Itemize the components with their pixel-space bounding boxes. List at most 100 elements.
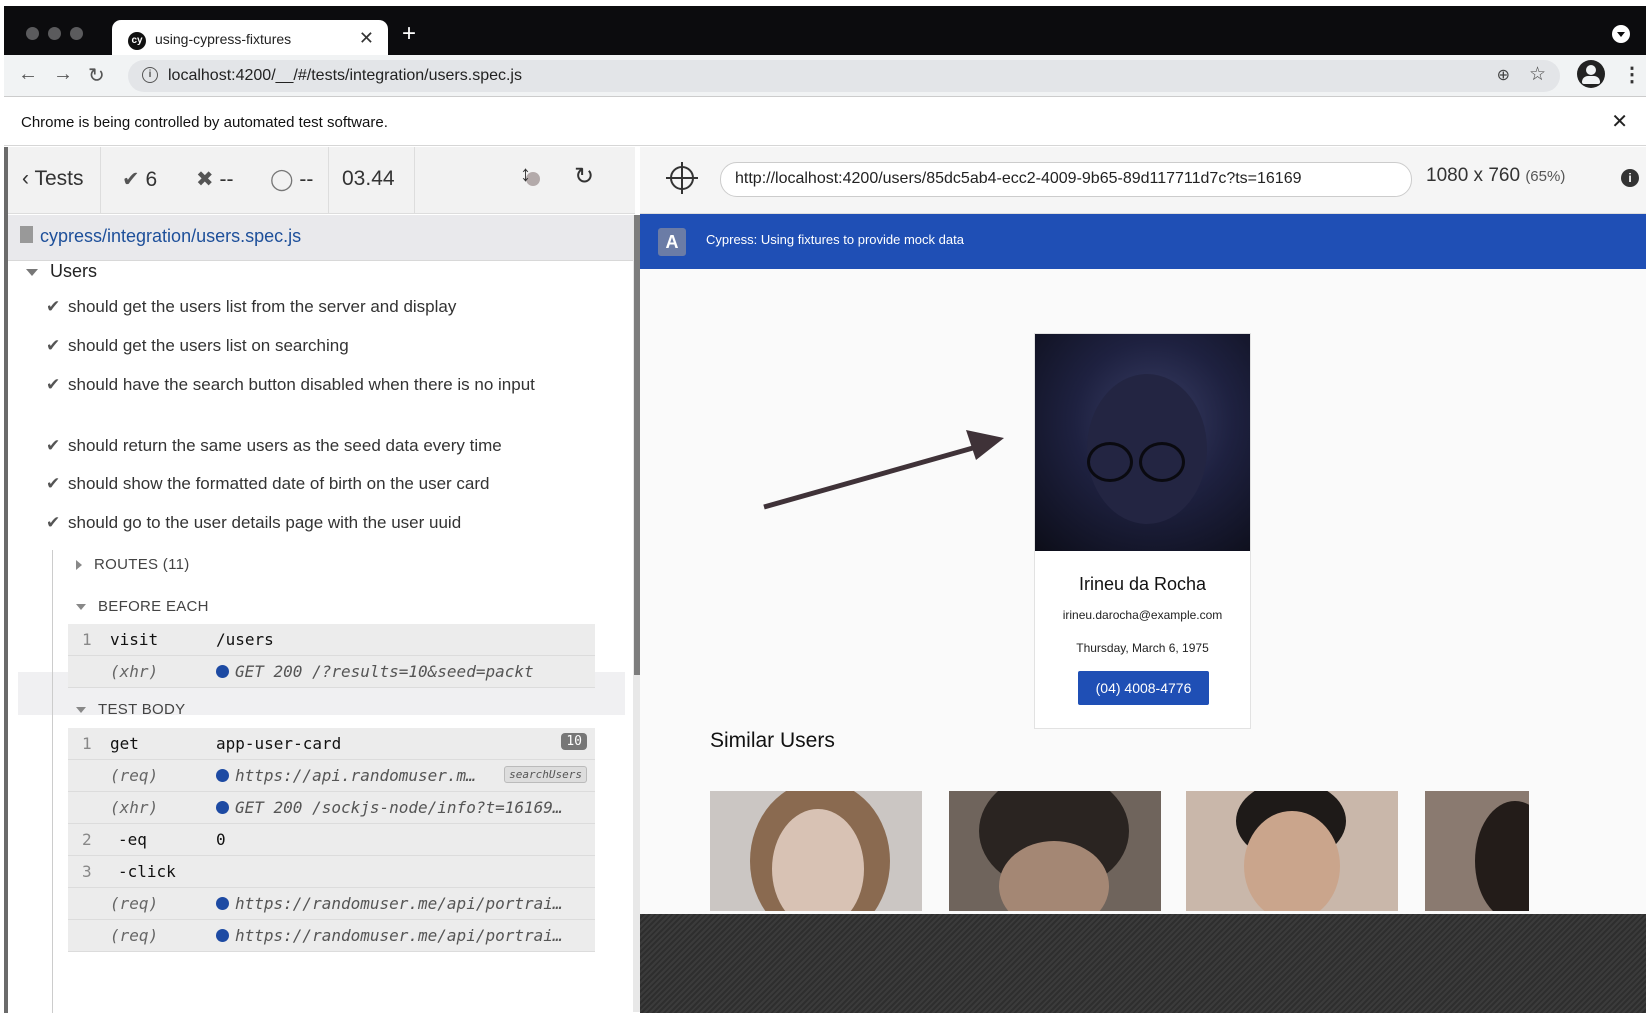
- tab-search-icon[interactable]: [1612, 25, 1630, 43]
- user-photo: [1035, 334, 1250, 551]
- command-row[interactable]: (req) https://randomuser.me/api/portrai…: [68, 920, 595, 952]
- test-label: should have the search button disabled w…: [68, 375, 535, 394]
- fail-icon: ✖: [196, 168, 214, 191]
- test-label: should show the formatted date of birth …: [68, 474, 490, 493]
- spec-path[interactable]: cypress/integration/users.spec.js: [40, 226, 301, 247]
- test-item[interactable]: ✔ should get the users list from the serv…: [46, 295, 566, 319]
- close-infobar-icon[interactable]: ✕: [1611, 109, 1628, 134]
- test-label: should get the users list on searching: [68, 336, 349, 355]
- minimize-window-dot[interactable]: [48, 27, 61, 40]
- command-row[interactable]: 1 get app-user-card 10: [68, 728, 595, 760]
- command-message: https://api.randomuser.m…: [235, 766, 476, 785]
- command-row[interactable]: (xhr) GET 200 /sockjs-node/info?t=16169…: [68, 792, 595, 824]
- test-item[interactable]: ✔ should have the search button disabled …: [46, 373, 546, 397]
- check-icon: ✔: [46, 474, 61, 493]
- similar-user-card[interactable]: [710, 791, 922, 911]
- failed-count[interactable]: ✖ --: [196, 167, 233, 192]
- address-url[interactable]: localhost:4200/__/#/tests/integration/us…: [168, 67, 522, 85]
- command-row[interactable]: 2 -eq 0: [68, 824, 595, 856]
- passed-count[interactable]: ✔ 6: [122, 167, 157, 192]
- test-item[interactable]: ✔ should show the formatted date of birth…: [46, 472, 566, 496]
- tests-back-label: Tests: [34, 167, 84, 190]
- face-shape: [1244, 811, 1340, 911]
- menu-icon[interactable]: ⋮: [1622, 62, 1642, 87]
- runner-url: http://localhost:4200/users/85dc5ab4-ecc…: [735, 170, 1302, 187]
- caret-down-icon: [26, 268, 38, 276]
- maximize-window-dot[interactable]: [70, 27, 83, 40]
- runner-header: http://localhost:4200/users/85dc5ab4-ecc…: [640, 147, 1646, 214]
- caret-down-icon: [76, 604, 86, 611]
- address-bar[interactable]: i localhost:4200/__/#/tests/integration/…: [128, 60, 1560, 92]
- pending-count[interactable]: ◯ --: [270, 167, 313, 192]
- test-label: should return the same users as the seed…: [68, 436, 502, 455]
- test-label: should go to the user details page with …: [68, 513, 462, 532]
- command-name: (req): [110, 894, 159, 913]
- runner-url-bar: http://localhost:4200/users/85dc5ab4-ecc…: [720, 162, 1412, 197]
- routes-toggle[interactable]: ROUTES (11): [76, 556, 190, 573]
- command-message: 0: [216, 830, 226, 849]
- similar-user-card[interactable]: [949, 791, 1161, 911]
- user-email: irineu.darocha@example.com: [1062, 608, 1223, 622]
- viewport-info-icon[interactable]: i: [1621, 169, 1639, 187]
- before-each-label: BEFORE EACH: [98, 598, 209, 615]
- test-item[interactable]: ✔ should return the same users as the see…: [46, 434, 566, 458]
- tree-line: [52, 550, 53, 1013]
- account-icon[interactable]: [1577, 60, 1605, 88]
- test-item[interactable]: ✔ should get the users list on searching: [46, 334, 566, 358]
- check-icon: ✔: [46, 436, 61, 455]
- reload-icon[interactable]: ↻: [88, 63, 105, 88]
- before-each-toggle[interactable]: BEFORE EACH: [76, 598, 209, 615]
- phone-button[interactable]: (04) 4008-4776: [1078, 671, 1209, 705]
- tab-title: using-cypress-fixtures: [155, 31, 292, 47]
- viewport-overflow-area: [640, 914, 1646, 1013]
- glasses-shape: [1139, 442, 1185, 482]
- tab-strip: cy using-cypress-fixtures ✕ +: [4, 6, 1646, 61]
- viewport-value: 1080 x 760: [1426, 165, 1521, 186]
- command-name: visit: [110, 630, 159, 649]
- test-item-active[interactable]: ✔ should go to the user details page with…: [46, 511, 566, 535]
- duration: 03.44: [342, 167, 395, 190]
- hair-shape: [1475, 801, 1529, 911]
- command-row[interactable]: (req) https://api.randomuser.m… searchUs…: [68, 760, 595, 792]
- close-tab-icon[interactable]: ✕: [359, 28, 374, 49]
- user-card: Irineu da Rocha irineu.darocha@example.c…: [1034, 333, 1251, 729]
- cypress-reporter: ‹ Tests ✔ 6 ✖ -- ◯ -- 03.44 ↕ ↻ cypress/…: [4, 147, 647, 1013]
- command-name: -eq: [118, 830, 147, 849]
- viewport-scale: (65%): [1525, 168, 1566, 185]
- file-icon: [20, 226, 33, 243]
- back-icon[interactable]: ←: [18, 63, 38, 86]
- command-row[interactable]: 1 visit /users: [68, 624, 595, 656]
- command-name: -click: [118, 862, 176, 881]
- user-name: Irineu da Rocha: [1078, 574, 1207, 594]
- scroll-toggle-icon[interactable]: ↕: [520, 161, 531, 187]
- similar-user-card[interactable]: [1425, 791, 1529, 911]
- test-body-label: TEST BODY: [98, 701, 186, 718]
- test-label: should get the users list from the serve…: [68, 297, 457, 316]
- command-message: /users: [216, 630, 274, 649]
- forward-icon[interactable]: →: [53, 63, 73, 86]
- new-tab-icon[interactable]: +: [402, 20, 416, 48]
- refresh-icon[interactable]: ↻: [574, 162, 594, 191]
- pending-value: --: [299, 168, 314, 191]
- chevron-left-icon: ‹: [22, 167, 29, 190]
- tests-back-button[interactable]: ‹ Tests: [22, 167, 83, 191]
- suite-title[interactable]: Users: [26, 261, 97, 282]
- command-name: (xhr): [110, 798, 159, 817]
- cypress-favicon-icon: cy: [128, 32, 146, 50]
- command-row[interactable]: (req) https://randomuser.me/api/portrai…: [68, 888, 595, 920]
- command-row[interactable]: (xhr) GET 200 /?results=10&seed=packt: [68, 656, 595, 688]
- command-row[interactable]: 3 -click: [68, 856, 595, 888]
- divider: [414, 147, 415, 213]
- command-message: GET 200 /sockjs-node/info?t=16169…: [235, 798, 563, 817]
- star-icon[interactable]: ☆: [1529, 63, 1546, 86]
- similar-user-card[interactable]: [1186, 791, 1398, 911]
- divider: [328, 147, 329, 213]
- command-message: GET 200 /?results=10&seed=packt: [235, 662, 534, 681]
- zoom-icon[interactable]: ⊕: [1497, 65, 1510, 85]
- command-message: https://randomuser.me/api/portrai…: [235, 926, 563, 945]
- user-dob: Thursday, March 6, 1975: [1076, 641, 1209, 655]
- close-window-dot[interactable]: [26, 27, 39, 40]
- info-icon[interactable]: i: [142, 67, 158, 83]
- test-body-toggle[interactable]: TEST BODY: [76, 701, 185, 718]
- selector-playground-icon[interactable]: [666, 162, 698, 194]
